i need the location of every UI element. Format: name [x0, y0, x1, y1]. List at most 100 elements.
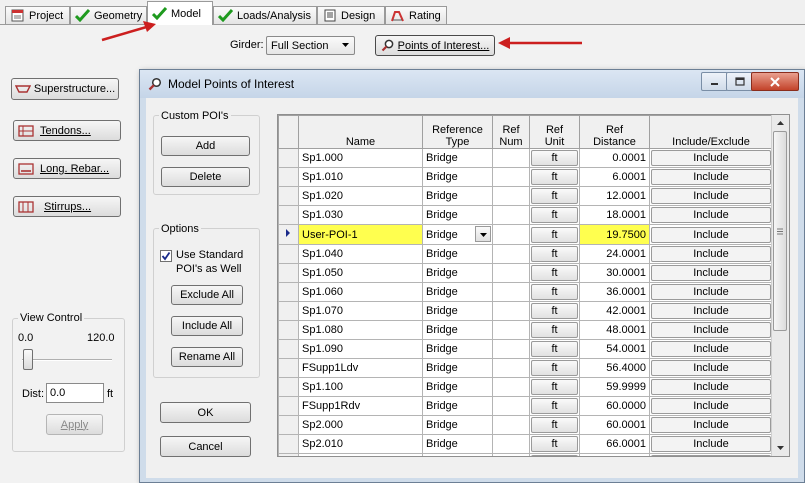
include-toggle[interactable]: Include [651, 150, 771, 166]
cell-name[interactable]: Sp1.010 [298, 167, 423, 187]
cell-ref-unit[interactable]: ft [529, 186, 580, 206]
include-toggle[interactable]: Include [651, 226, 771, 243]
cell-ref-distance[interactable]: 0.0001 [579, 148, 650, 168]
include-toggle[interactable]: Include [651, 169, 771, 185]
cell-include-exclude[interactable]: Include [649, 320, 773, 340]
cell-reference-type[interactable]: Bridge [422, 224, 493, 245]
row-selector[interactable] [278, 453, 299, 456]
cell-ref-unit[interactable]: ft [529, 377, 580, 397]
apply-button[interactable]: Apply [46, 414, 103, 435]
include-toggle[interactable]: Include [651, 322, 771, 338]
table-row[interactable]: User-POI-1 Bridge ft 19.7500 Include [278, 224, 773, 245]
include-toggle[interactable]: Include [651, 207, 771, 223]
row-selector[interactable] [278, 148, 299, 168]
include-toggle[interactable]: Include [651, 417, 771, 433]
cell-reference-type[interactable]: Bridge [422, 415, 493, 435]
cell-name[interactable]: Sp1.000 [298, 148, 423, 168]
table-row[interactable]: Sp2.000 Bridge ft 60.0001 Include [278, 415, 773, 435]
cell-ref-num[interactable] [492, 244, 530, 264]
cell-ref-unit[interactable]: ft [529, 282, 580, 302]
column-header-ref-num[interactable]: Ref Num [492, 115, 530, 149]
cell-include-exclude[interactable]: Include [649, 244, 773, 264]
cell-include-exclude[interactable]: Include [649, 186, 773, 206]
row-selector[interactable] [278, 263, 299, 283]
cell-ref-distance[interactable]: 36.0001 [579, 282, 650, 302]
cell-name[interactable]: Sp1.050 [298, 263, 423, 283]
cell-include-exclude[interactable]: Include [649, 358, 773, 378]
cell-ref-distance[interactable]: 72.0001 [579, 453, 650, 456]
unit-button[interactable]: ft [531, 379, 578, 395]
cell-ref-distance[interactable]: 66.0001 [579, 434, 650, 454]
table-row[interactable]: FSupp1Rdv Bridge ft 60.0000 Include [278, 396, 773, 416]
cell-ref-num[interactable] [492, 320, 530, 340]
cell-reference-type[interactable]: Bridge [422, 377, 493, 397]
table-row[interactable]: Sp2.020Bridge ft72.0001Include [278, 453, 773, 456]
include-toggle[interactable]: Include [651, 188, 771, 204]
cell-ref-num[interactable] [492, 358, 530, 378]
cell-ref-num[interactable] [492, 148, 530, 168]
include-toggle[interactable]: Include [651, 341, 771, 357]
row-selector[interactable] [278, 186, 299, 206]
cell-include-exclude[interactable]: Include [649, 263, 773, 283]
cell-ref-num[interactable] [492, 301, 530, 321]
cell-reference-type[interactable]: Bridge [422, 320, 493, 340]
tab-design[interactable]: Design [317, 6, 385, 24]
cell-name[interactable]: Sp1.030 [298, 205, 423, 225]
include-toggle[interactable]: Include [651, 246, 771, 262]
table-row[interactable]: Sp1.000 Bridge ft 0.0001 Include [278, 148, 773, 168]
table-row[interactable]: Sp1.070 Bridge ft 42.0001 Include [278, 301, 773, 321]
points-of-interest-button[interactable]: Points of Interest... [375, 35, 495, 56]
table-row[interactable]: Sp1.020 Bridge ft 12.0001 Include [278, 186, 773, 206]
cell-ref-distance[interactable]: 19.7500 [579, 224, 650, 245]
cell-name[interactable]: FSupp1Ldv [298, 358, 423, 378]
cell-ref-distance[interactable]: 24.0001 [579, 244, 650, 264]
cell-include-exclude[interactable]: Include [649, 434, 773, 454]
unit-button[interactable]: ft [531, 246, 578, 262]
include-all-button[interactable]: Include All [171, 316, 243, 336]
include-toggle[interactable]: Include [651, 379, 771, 395]
cell-reference-type[interactable]: Bridge [422, 339, 493, 359]
exclude-all-button[interactable]: Exclude All [171, 285, 243, 305]
cell-reference-type[interactable]: Bridge [422, 186, 493, 206]
cell-ref-unit[interactable]: ft [529, 320, 580, 340]
table-row[interactable]: FSupp1Ldv Bridge ft 56.4000 Include [278, 358, 773, 378]
cell-ref-num[interactable] [492, 377, 530, 397]
row-selector[interactable] [278, 167, 299, 187]
cell-name[interactable]: Sp1.020 [298, 186, 423, 206]
table-row[interactable]: Sp1.040 Bridge ft 24.0001 Include [278, 244, 773, 264]
grid-vertical-scrollbar[interactable] [771, 115, 789, 456]
unit-button[interactable]: ft [531, 169, 578, 185]
row-selector[interactable] [278, 244, 299, 264]
cell-name[interactable]: Sp1.090 [298, 339, 423, 359]
cell-reference-type[interactable]: Bridge [422, 263, 493, 283]
table-row[interactable]: Sp1.030 Bridge ft 18.0001 Include [278, 205, 773, 225]
row-selector[interactable] [278, 224, 299, 245]
cell-ref-num[interactable] [492, 339, 530, 359]
cell-ref-distance[interactable]: 60.0001 [579, 415, 650, 435]
maximize-button[interactable] [726, 72, 753, 91]
cell-ref-unit[interactable]: ft [529, 339, 580, 359]
cell-ref-unit[interactable]: ft [529, 263, 580, 283]
cell-ref-unit[interactable]: ft [529, 358, 580, 378]
cell-ref-num[interactable] [492, 186, 530, 206]
cell-ref-num[interactable] [492, 396, 530, 416]
cell-ref-distance[interactable]: 59.9999 [579, 377, 650, 397]
cell-reference-type[interactable]: Bridge [422, 148, 493, 168]
include-toggle[interactable]: Include [651, 436, 771, 452]
include-toggle[interactable]: Include [651, 360, 771, 376]
tab-model[interactable]: Model [147, 1, 213, 25]
cell-reference-type[interactable]: Bridge [422, 167, 493, 187]
cell-reference-type[interactable]: Bridge [422, 396, 493, 416]
row-selector[interactable] [278, 396, 299, 416]
cell-include-exclude[interactable]: Include [649, 415, 773, 435]
unit-button[interactable]: ft [531, 398, 578, 414]
include-toggle[interactable]: Include [651, 398, 771, 414]
cell-ref-num[interactable] [492, 434, 530, 454]
close-button[interactable] [751, 72, 799, 91]
cell-name[interactable]: User-POI-1 [298, 224, 423, 245]
tab-project[interactable]: Project [5, 6, 70, 24]
cell-reference-type[interactable]: Bridge [422, 358, 493, 378]
unit-button[interactable]: ft [531, 284, 578, 300]
unit-button[interactable]: ft [531, 341, 578, 357]
row-selector[interactable] [278, 301, 299, 321]
